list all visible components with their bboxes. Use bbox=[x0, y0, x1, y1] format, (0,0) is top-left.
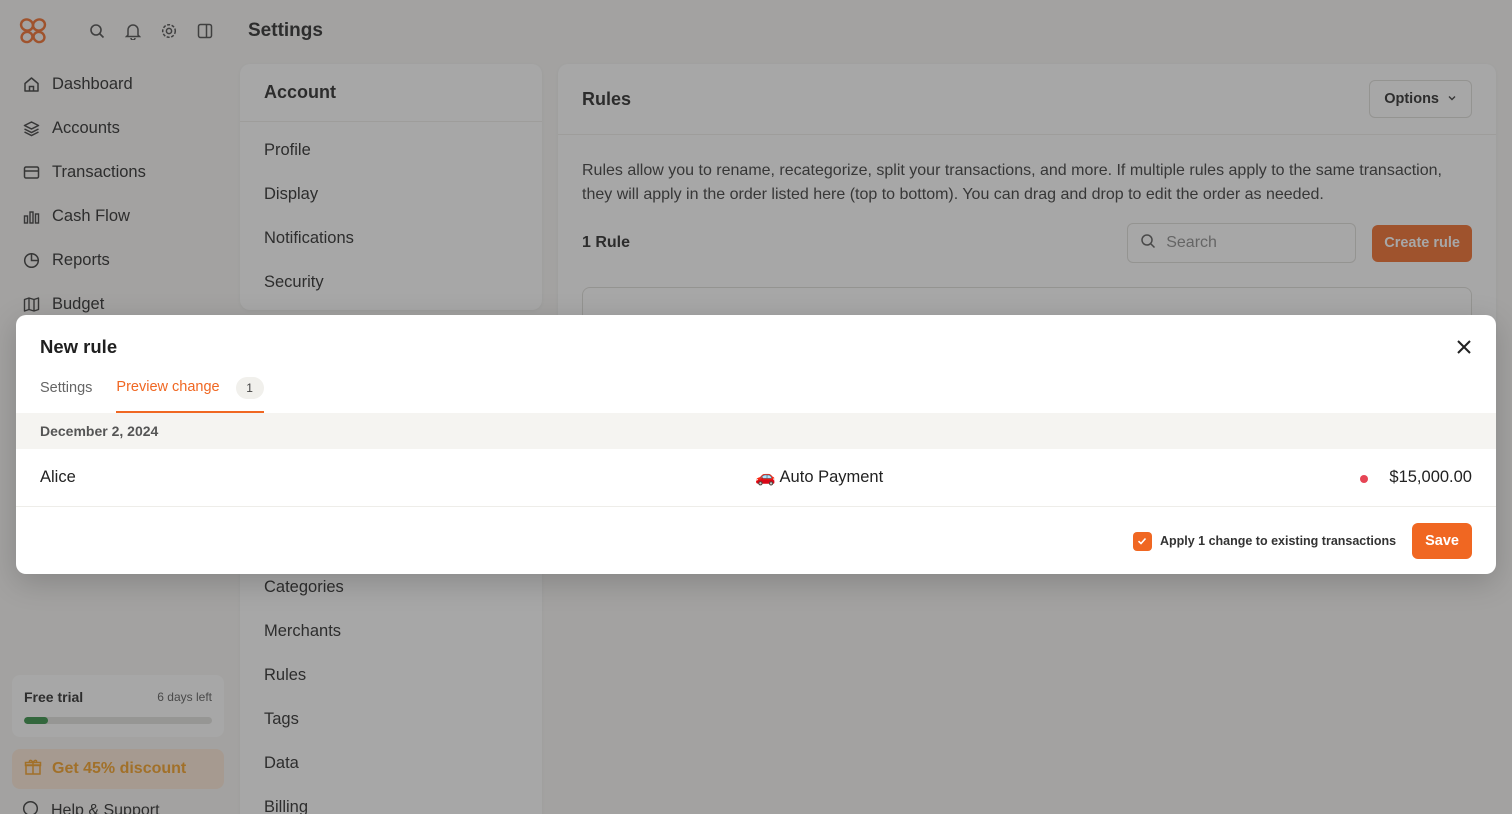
car-icon: 🚗 bbox=[755, 468, 776, 486]
modal-footer: Apply 1 change to existing transactions … bbox=[1132, 523, 1472, 559]
merchant-label: Auto Payment bbox=[779, 468, 884, 486]
modal-tabs: Settings Preview change 1 bbox=[40, 375, 264, 413]
status-dot bbox=[1360, 475, 1368, 483]
transaction-row[interactable]: Alice 🚗 Auto Payment $15,000.00 bbox=[16, 449, 1496, 507]
date-group-header: December 2, 2024 bbox=[16, 413, 1496, 449]
transaction-amount: $15,000.00 bbox=[1389, 468, 1472, 486]
apply-existing-checkbox-row[interactable]: Apply 1 change to existing transactions bbox=[1132, 531, 1397, 551]
apply-existing-label: Apply 1 change to existing transactions bbox=[1159, 534, 1397, 548]
new-rule-modal: New rule Settings Preview change 1 Decem… bbox=[16, 315, 1496, 574]
tab-label: Preview change bbox=[116, 379, 220, 395]
tab-preview-change[interactable]: Preview change 1 bbox=[116, 375, 264, 413]
transaction-merchant: 🚗 Auto Payment bbox=[755, 468, 883, 487]
tab-label: Settings bbox=[40, 380, 93, 396]
apply-existing-checkbox[interactable] bbox=[1132, 531, 1152, 551]
tab-settings[interactable]: Settings bbox=[40, 375, 92, 401]
tab-count-badge: 1 bbox=[235, 377, 264, 399]
save-button[interactable]: Save bbox=[1412, 523, 1472, 559]
transaction-account: Alice bbox=[40, 468, 76, 486]
modal-title: New rule bbox=[40, 336, 118, 357]
close-icon[interactable] bbox=[1454, 337, 1474, 357]
